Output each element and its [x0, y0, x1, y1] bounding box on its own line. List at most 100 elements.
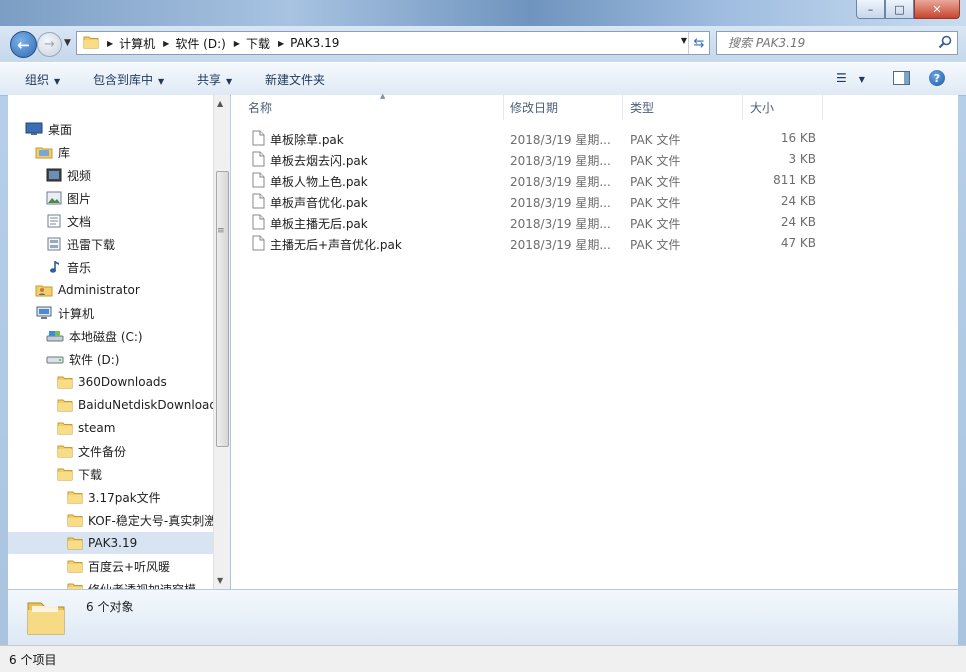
tree-item-desktop[interactable]: 桌面: [25, 118, 72, 140]
chevron-down-icon: ▼: [64, 38, 71, 48]
chevron-right-icon[interactable]: ▶: [278, 39, 284, 48]
folder-icon: [57, 467, 73, 481]
tree-item-library[interactable]: 库: [35, 141, 70, 163]
tree-item-pictures[interactable]: 图片: [46, 187, 91, 209]
file-date: 2018/3/19 星期...: [510, 154, 611, 168]
refresh-icon: ⇆: [693, 35, 705, 51]
tree-item-label: 图片: [67, 191, 92, 206]
folder-icon: [57, 421, 73, 435]
back-button[interactable]: ←: [10, 31, 37, 58]
scrollbar-thumb[interactable]: [216, 171, 229, 447]
file-name: 单板去烟去闪.pak: [270, 154, 368, 168]
column-header-type[interactable]: 类型: [623, 95, 743, 120]
navigation-scrollbar[interactable]: ▲ ≡ ▼: [213, 95, 230, 589]
breadcrumb-current[interactable]: PAK3.19: [290, 36, 339, 50]
file-type: PAK 文件: [630, 133, 681, 147]
column-header-size[interactable]: 大小: [743, 95, 823, 120]
share-label: 共享: [197, 73, 222, 87]
file-row[interactable]: 单板主播无后.pak 2018/3/19 星期... PAK 文件 24 KB: [250, 212, 850, 233]
minimize-button[interactable]: –: [856, 0, 885, 19]
file-row[interactable]: 单板除草.pak 2018/3/19 星期... PAK 文件 16 KB: [250, 128, 850, 149]
column-header-date[interactable]: 修改日期: [503, 95, 623, 120]
preview-pane-button[interactable]: [893, 71, 910, 85]
include-in-library-button[interactable]: 包含到库中 ▼: [93, 71, 164, 88]
column-header-label: 大小: [750, 101, 775, 115]
file-list[interactable]: 名称 ▲ 修改日期 类型 大小 单板除草.pak 2018/3/19 星期...…: [231, 92, 958, 589]
search-input[interactable]: [726, 35, 930, 51]
refresh-button[interactable]: ⇆: [688, 32, 709, 54]
breadcrumb-computer[interactable]: 计算机: [119, 35, 155, 52]
file-row[interactable]: 单板声音优化.pak 2018/3/19 星期... PAK 文件 24 KB: [250, 191, 850, 212]
tree-item-label: KOF-稳定大号-真实刺激: [88, 513, 213, 528]
breadcrumb-downloads[interactable]: 下载: [246, 35, 270, 52]
scroll-grip-icon: ≡: [217, 226, 225, 236]
tree-item-folder[interactable]: 百度云+听风暖: [67, 555, 170, 577]
tree-item-label: 360Downloads: [78, 375, 167, 389]
scroll-down-icon[interactable]: ▼: [217, 576, 223, 585]
column-header-name[interactable]: 名称 ▲: [241, 92, 504, 120]
chevron-right-icon[interactable]: ▶: [234, 39, 240, 48]
recent-pages-button[interactable]: ▼: [64, 38, 71, 48]
file-icon: [252, 193, 265, 212]
change-view-button[interactable]: ☰ ▼: [836, 71, 865, 85]
download-icon: [46, 237, 62, 251]
caption-buttons: – □ ✕: [856, 0, 960, 19]
share-button[interactable]: 共享 ▼: [197, 71, 232, 88]
video-icon: [46, 168, 62, 182]
tree-item-drive-d[interactable]: 软件 (D:): [46, 348, 119, 370]
tree-item-folder[interactable]: 修仙者透视加速穿模: [67, 578, 196, 589]
tree-item-folder[interactable]: KOF-稳定大号-真实刺激: [67, 509, 213, 531]
tree-item-label: 软件 (D:): [69, 352, 120, 367]
tree-item-music[interactable]: 音乐: [46, 256, 91, 278]
file-icon: [252, 151, 265, 170]
help-button[interactable]: ?: [929, 70, 945, 86]
close-button[interactable]: ✕: [914, 0, 960, 19]
tree-item-label: 文件备份: [78, 444, 127, 459]
address-bar[interactable]: ▶ 计算机 ▶ 软件 (D:) ▶ 下载 ▶ PAK3.19 ▼ ⇆: [76, 31, 710, 55]
file-date: 2018/3/19 星期...: [510, 217, 611, 231]
tree-item-label: steam: [78, 421, 116, 435]
folder-icon: [67, 513, 83, 527]
title-bar[interactable]: – □ ✕: [0, 0, 966, 26]
tree-item-folder[interactable]: 360Downloads: [57, 371, 167, 393]
column-header-label: 类型: [630, 101, 655, 115]
breadcrumb: ▶ 计算机 ▶ 软件 (D:) ▶ 下载 ▶ PAK3.19: [99, 35, 339, 52]
column-header-label: 名称: [248, 101, 273, 115]
search-box[interactable]: [716, 31, 958, 55]
file-row[interactable]: 主播无后+声音优化.pak 2018/3/19 星期... PAK 文件 47 …: [250, 233, 850, 254]
maximize-button[interactable]: □: [885, 0, 914, 19]
tree-item-selected-folder[interactable]: PAK3.19: [8, 532, 213, 554]
tree-item-videos[interactable]: 视频: [46, 164, 91, 186]
tree-item-drive-c[interactable]: 本地磁盘 (C:): [46, 325, 143, 347]
tree-item-computer[interactable]: 计算机: [35, 302, 94, 324]
forward-button[interactable]: →: [37, 32, 62, 57]
navigation-pane[interactable]: 桌面 库 视频 图片 文档 迅雷下载 音乐 Administrator 计算机 …: [8, 95, 213, 589]
tree-item-administrator[interactable]: Administrator: [35, 279, 140, 301]
tree-item-label: 本地磁盘 (C:): [69, 329, 143, 344]
sort-ascending-icon: ▲: [380, 92, 386, 100]
breadcrumb-drive-d[interactable]: 软件 (D:): [175, 35, 225, 52]
tree-item-documents[interactable]: 文档: [46, 210, 91, 232]
tree-item-folder[interactable]: 3.17pak文件: [67, 486, 161, 508]
file-type: PAK 文件: [630, 217, 681, 231]
tree-item-thunder-downloads[interactable]: 迅雷下载: [46, 233, 115, 255]
address-dropdown-button[interactable]: ▼: [681, 36, 687, 45]
new-folder-button[interactable]: 新建文件夹: [265, 71, 325, 88]
folder-icon: [67, 490, 83, 504]
command-bar: 组织 ▼ 包含到库中 ▼ 共享 ▼ 新建文件夹 ☰ ▼ ?: [0, 62, 966, 96]
scroll-up-icon[interactable]: ▲: [217, 99, 223, 108]
organize-button[interactable]: 组织 ▼: [25, 71, 60, 88]
tree-item-folder[interactable]: BaiduNetdiskDownload: [57, 394, 213, 416]
chevron-right-icon[interactable]: ▶: [107, 39, 113, 48]
search-icon[interactable]: [938, 35, 952, 52]
tree-item-folder[interactable]: steam: [57, 417, 115, 439]
file-row[interactable]: 单板去烟去闪.pak 2018/3/19 星期... PAK 文件 3 KB: [250, 149, 850, 170]
file-row[interactable]: 单板人物上色.pak 2018/3/19 星期... PAK 文件 811 KB: [250, 170, 850, 191]
tree-item-folder[interactable]: 下载: [57, 463, 102, 485]
tree-item-folder[interactable]: 文件备份: [57, 440, 126, 462]
tree-item-label: 3.17pak文件: [88, 490, 161, 505]
chevron-right-icon[interactable]: ▶: [163, 39, 169, 48]
music-icon: [46, 260, 62, 274]
folder-icon: [83, 35, 99, 52]
view-list-icon: ☰: [836, 71, 847, 85]
